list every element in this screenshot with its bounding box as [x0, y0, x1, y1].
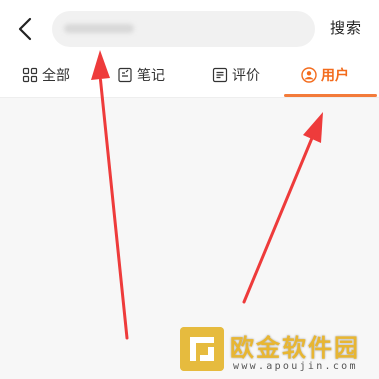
- annotation-arrows: [91, 50, 323, 340]
- watermark-logo-icon: [180, 327, 224, 371]
- watermark: 欧金软件园 www.apoujin.com: [178, 325, 377, 377]
- watermark-title: 欧金软件园: [230, 334, 360, 362]
- watermark-url: www.apoujin.com: [233, 361, 358, 372]
- arrow-to-user-tab: [242, 112, 323, 304]
- arrow-to-search-field: [91, 50, 129, 340]
